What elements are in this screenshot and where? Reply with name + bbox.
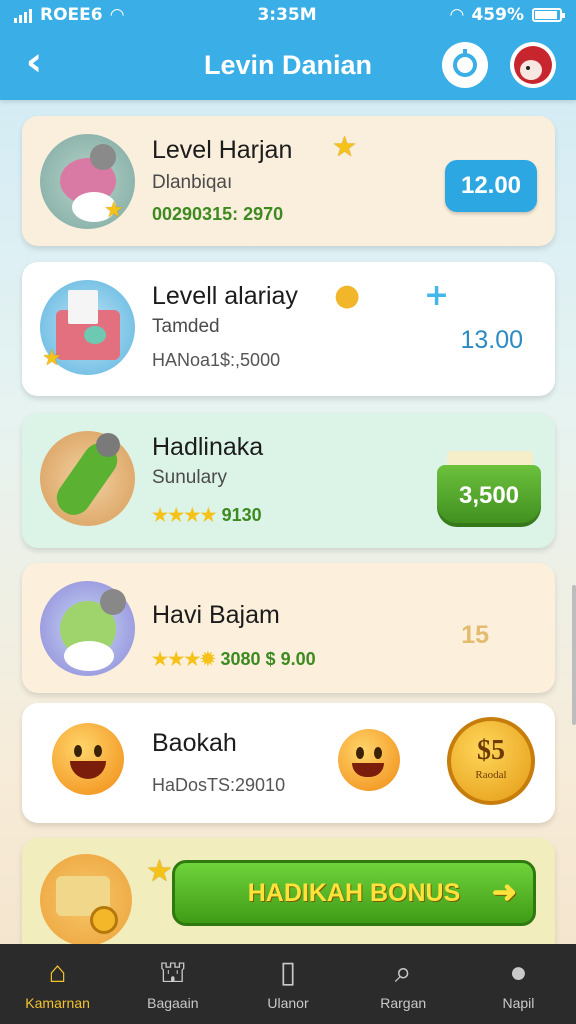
card-subtitle: Sunulary — [152, 467, 227, 488]
nav-label: Napil — [502, 995, 535, 1011]
shop-bag-thumbnail: ★ — [40, 280, 135, 375]
scrollbar[interactable] — [572, 585, 576, 725]
bonus-label: HADIKAH BONUS — [247, 878, 461, 907]
card-subtitle: Dlanbiqaı — [152, 172, 233, 193]
card-title: Hadlinaka — [152, 433, 264, 461]
treasure-thumbnail — [40, 854, 132, 946]
list-item-havi-bajam[interactable]: Havi Bajam ★★★✹ 3080 $ 9.00 15 — [22, 563, 555, 693]
nav-label: Kamarnan — [25, 995, 90, 1011]
plus-icon: + — [424, 278, 450, 313]
avatar[interactable] — [510, 42, 556, 88]
coin-label: Raodal — [475, 769, 507, 781]
arrow-right-icon: ➜ — [491, 876, 517, 909]
bonus-card: ★ HADIKAH BONUS ➜ — [22, 838, 555, 958]
timer-icon — [453, 49, 477, 77]
character-thumbnail: ★ — [40, 134, 135, 229]
coin-button[interactable]: $5 Raodal — [447, 717, 535, 805]
price-label: 13.00 — [460, 326, 523, 354]
carrier-label: ROEE6 — [40, 5, 103, 25]
wifi-icon: ◠ — [110, 5, 124, 25]
bottom-nav: ⌂ Kamarnan ⛫ Bagaain ▯ Ulanor ⌕ Rargan ●… — [0, 944, 576, 1024]
basket-price-button[interactable]: 3,500 — [437, 465, 541, 527]
back-button[interactable]: ‹ — [16, 42, 52, 82]
card-meta: HaDosTS:29010 — [152, 775, 286, 795]
character-thumbnail — [40, 581, 135, 676]
rating-stars: ★★★✹ — [152, 649, 216, 669]
card-subtitle: Tamded — [152, 316, 220, 337]
status-bar: ROEE6 ◠ 3:35M ◠ 459% — [0, 0, 576, 30]
nav-item-clipboard[interactable]: ▯ Ulanor — [230, 944, 345, 1024]
status-left: ROEE6 ◠ — [14, 5, 124, 25]
list-item-hadlinaka[interactable]: Hadlinaka Sunulary ★★★★ 9130 3,500 — [22, 413, 555, 548]
nav-label: Bagaain — [147, 995, 199, 1011]
card-rating: ★★★✹ 3080 $ 9.00 — [152, 649, 316, 670]
card-title: Level Harjan — [152, 136, 293, 164]
home-icon: ⌂ — [48, 956, 67, 989]
card-rating: ★★★★ 9130 — [152, 505, 262, 526]
smiley-icon — [52, 723, 124, 795]
rocket-thumbnail — [40, 431, 135, 526]
page-title: Levin Danian — [203, 49, 373, 80]
rating-value: 9130 — [221, 505, 262, 525]
list-item-baokah[interactable]: Baokah HaDosTS:29010 $5 Raodal — [22, 703, 555, 823]
store-icon: ⛫ — [159, 956, 187, 989]
star-icon: ★ — [104, 198, 124, 223]
card-title: Baokah — [152, 729, 237, 757]
card-title: Levell alariay — [152, 282, 298, 310]
rating-value: 3080 $ 9.00 — [220, 649, 316, 669]
smiley-icon — [338, 729, 400, 791]
list-item-level-alariay[interactable]: ★ ● + Levell alariay Tamded HANoa1$:,500… — [22, 262, 555, 396]
location-pin-icon: ● — [334, 278, 361, 313]
rating-stars: ★★★★ — [152, 505, 217, 525]
battery-icon — [532, 8, 565, 22]
status-time: 3:35M — [257, 5, 317, 25]
profile-icon: ● — [509, 956, 528, 989]
card-meta: 00290315: 2970 — [152, 204, 284, 224]
card-meta: HANoa1$:,5000 — [152, 350, 281, 370]
star-wand-icon: ★ — [146, 854, 173, 889]
clipboard-icon: ▯ — [279, 956, 297, 989]
star-icon: ★ — [332, 130, 358, 163]
nav-label: Ulanor — [267, 995, 309, 1011]
nav-item-store[interactable]: ⛫ Bagaain — [115, 944, 230, 1024]
search-icon: ⌕ — [394, 956, 412, 989]
app-header: ‹ Levin Danian — [0, 30, 576, 100]
nav-label: Rargan — [380, 995, 427, 1011]
list-item-level-harjan[interactable]: ★ ★ Level Harjan Dlanbiqaı 00290315: 297… — [22, 116, 555, 246]
price-button[interactable]: 12.00 — [445, 160, 537, 212]
wifi-icon: ◠ — [450, 5, 464, 25]
nav-item-profile[interactable]: ● Napil — [461, 944, 576, 1024]
avatar-image — [514, 46, 552, 84]
card-title: Havi Bajam — [152, 601, 280, 629]
coin-value: $5 — [477, 735, 505, 766]
chevron-left-icon: ‹ — [25, 39, 43, 85]
notification-button[interactable] — [442, 42, 488, 88]
star-icon: ★ — [42, 346, 62, 371]
bonus-button[interactable]: HADIKAH BONUS ➜ — [172, 860, 536, 926]
status-right: ◠ 459% — [450, 5, 565, 25]
nav-item-home[interactable]: ⌂ Kamarnan — [0, 944, 115, 1024]
nav-item-search[interactable]: ⌕ Rargan — [346, 944, 461, 1024]
battery-percent: 459% — [471, 5, 524, 25]
signal-icon — [14, 7, 32, 23]
price-label: 15 — [461, 621, 489, 649]
